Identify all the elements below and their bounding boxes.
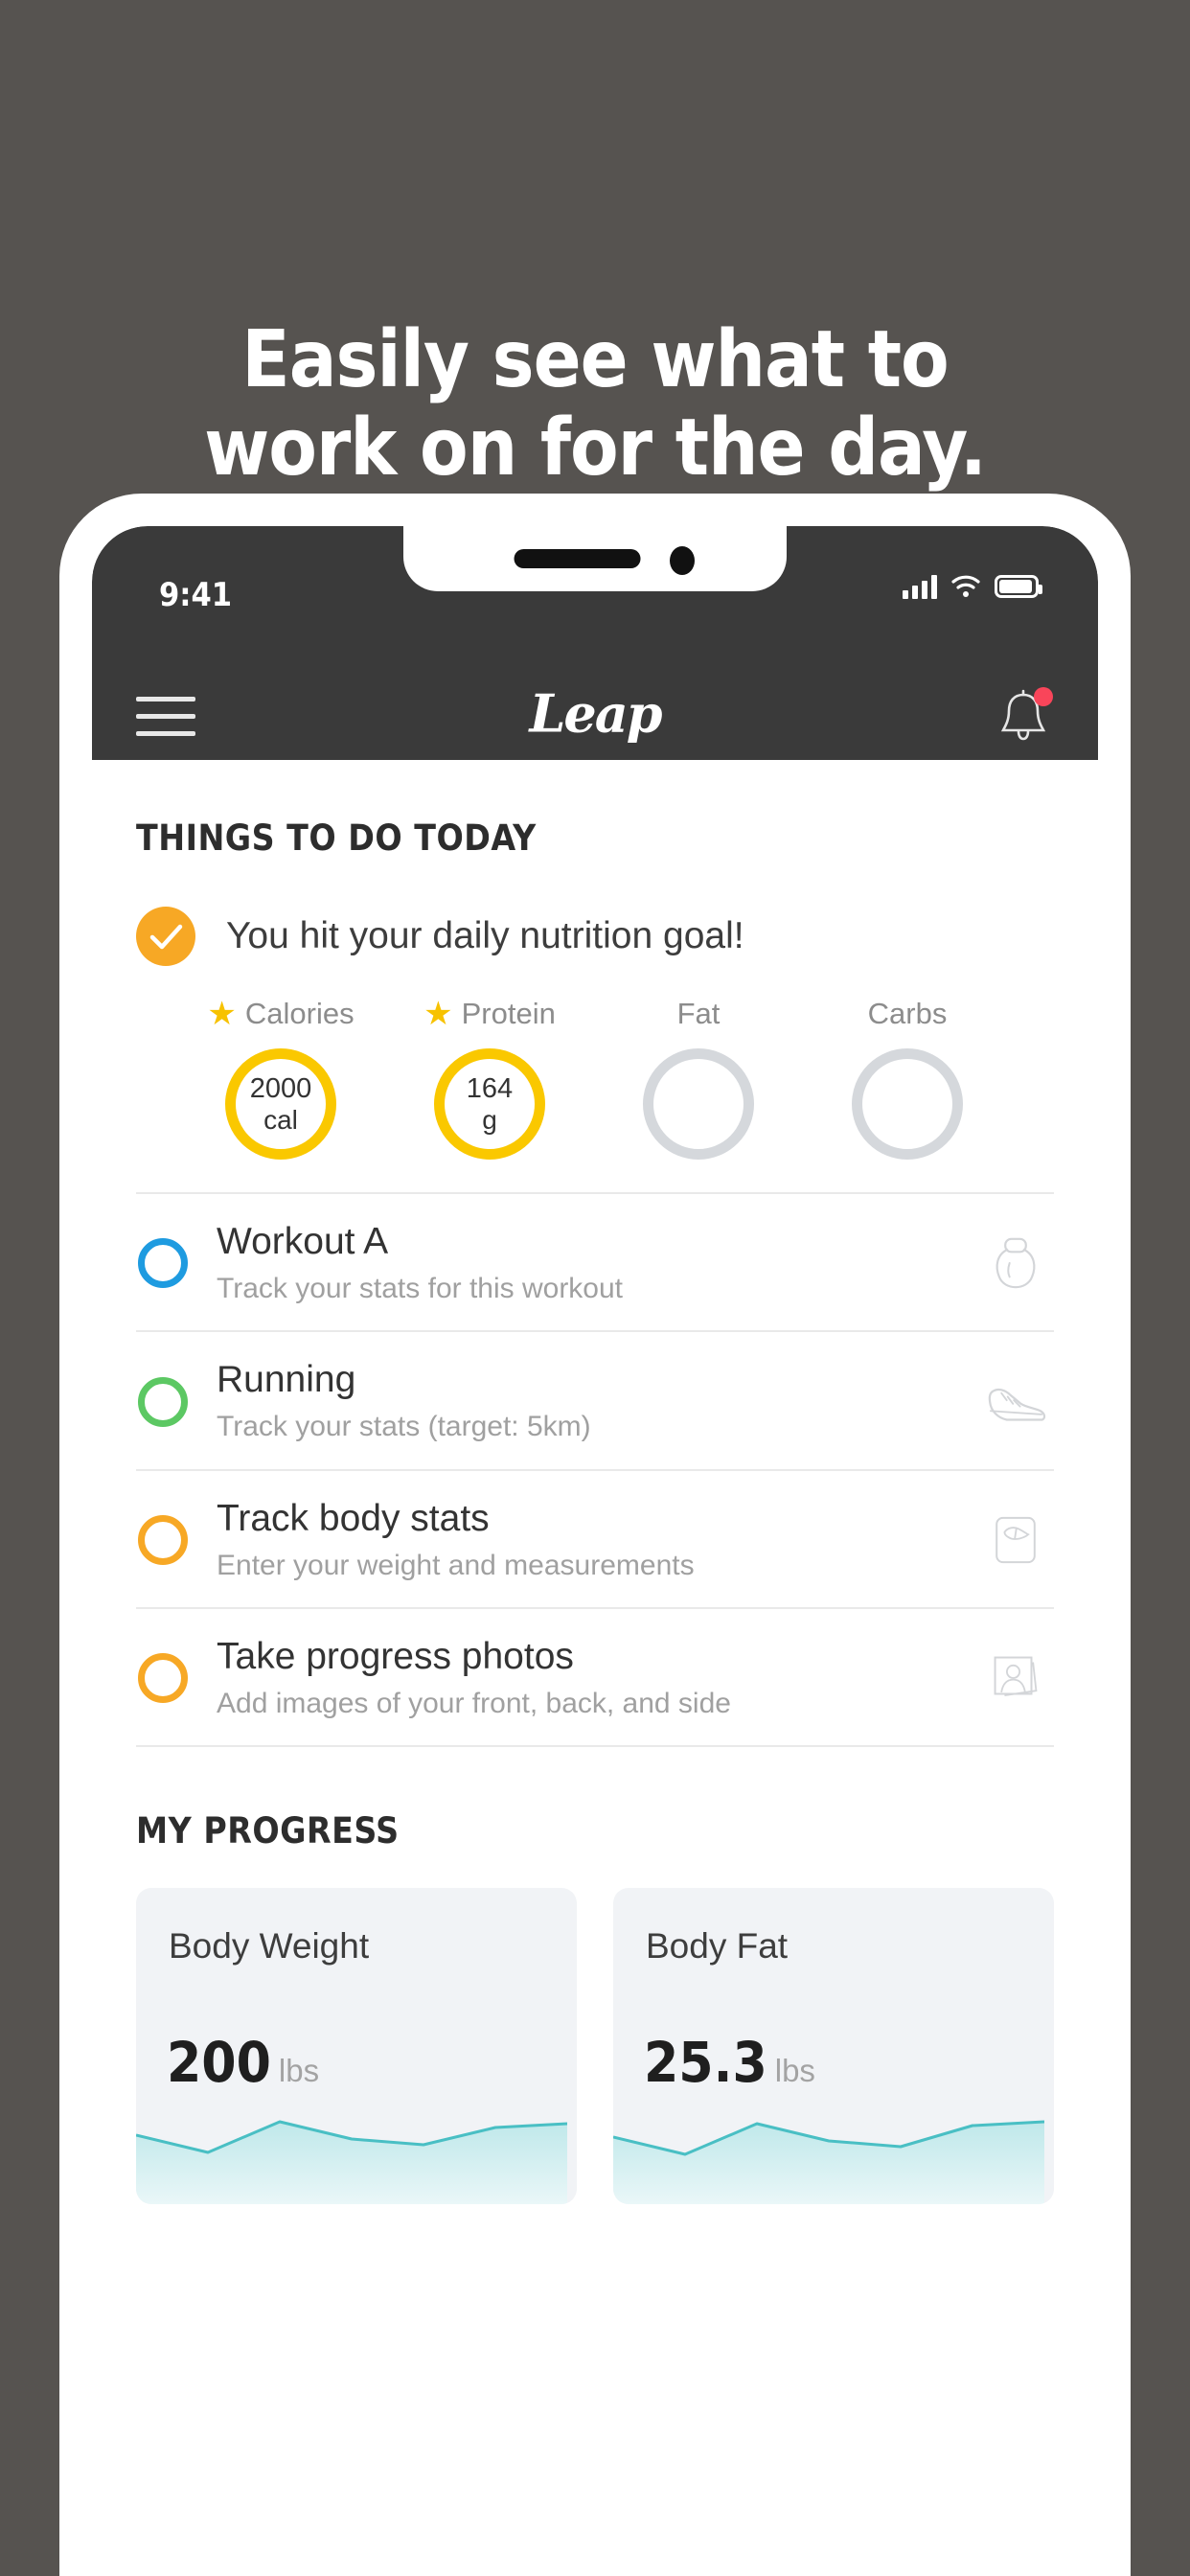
task-text: Workout A Track your stats for this work…	[217, 1221, 949, 1305]
kettlebell-icon	[977, 1225, 1054, 1301]
headline-line-1: Easily see what to	[241, 314, 949, 405]
app-navbar: Leap	[92, 672, 1098, 760]
todo-section-title: THINGS TO DO TODAY	[136, 817, 537, 859]
macro-ring-calories: 2000 cal	[225, 1048, 336, 1160]
progress-card-body-fat[interactable]: Body Fat 25.3 lbs	[613, 1888, 1054, 2205]
nutrition-goal-row[interactable]: You hit your daily nutrition goal!	[136, 907, 1054, 966]
app-logo: Leap	[529, 682, 662, 745]
progress-photos-icon	[977, 1640, 1054, 1716]
bathroom-scale-icon	[977, 1502, 1054, 1578]
nutrition-goal-message: You hit your daily nutrition goal!	[226, 915, 744, 956]
front-camera-icon	[670, 546, 695, 575]
macro-value: 164	[466, 1073, 514, 1105]
marketing-headline: Easily see what to work on for the day.	[0, 316, 1190, 493]
star-icon: ★	[207, 996, 237, 1032]
task-row[interactable]: Track body stats Enter your weight and m…	[136, 1468, 1054, 1607]
card-unit: lbs	[774, 2053, 815, 2089]
task-checkbox-progress-photos[interactable]	[138, 1653, 188, 1704]
progress-cards: Body Weight 200 lbs Body Fat 25.3 lbs	[136, 1888, 1054, 2205]
earpiece-speaker	[514, 549, 641, 568]
macro-calories[interactable]: ★ Calories 2000 cal	[176, 995, 385, 1160]
macro-label-carbs: Carbs	[868, 995, 948, 1033]
task-text: Take progress photos Add images of your …	[217, 1636, 949, 1720]
task-text: Running Track your stats (target: 5km)	[217, 1359, 949, 1443]
card-number: 200	[167, 2030, 271, 2096]
macro-ring-carbs	[852, 1048, 963, 1160]
headline-line-2: work on for the day.	[204, 402, 987, 494]
star-icon: ★	[423, 996, 453, 1032]
card-title: Body Fat	[646, 1926, 789, 1966]
progress-card-body-weight[interactable]: Body Weight 200 lbs	[136, 1888, 577, 2205]
hamburger-menu-icon[interactable]	[136, 696, 195, 736]
wifi-icon	[951, 575, 980, 597]
cellular-bars-icon	[903, 574, 937, 599]
macro-value: 2000	[249, 1073, 312, 1105]
task-checkbox-running[interactable]	[138, 1376, 188, 1427]
macro-label-fat: Fat	[677, 995, 721, 1033]
macro-label-calories: ★ Calories	[207, 995, 354, 1033]
checkmark-icon	[149, 924, 183, 950]
macro-name: Carbs	[867, 997, 948, 1030]
body-weight-sparkline	[136, 2120, 567, 2205]
task-text: Track body stats Enter your weight and m…	[217, 1498, 949, 1582]
notification-badge	[1034, 687, 1053, 706]
status-indicators	[903, 574, 1042, 599]
phone-notch	[403, 526, 787, 591]
status-time: 9:41	[159, 576, 233, 614]
macro-fat[interactable]: Fat	[594, 995, 803, 1160]
task-subtitle: Track your stats (target: 5km)	[217, 1411, 591, 1443]
macro-name: Protein	[461, 997, 556, 1030]
macro-unit: cal	[263, 1104, 298, 1135]
card-value: 200 lbs	[167, 2030, 319, 2095]
task-subtitle: Add images of your front, back, and side	[217, 1687, 731, 1719]
task-row[interactable]: Take progress photos Add images of your …	[136, 1607, 1054, 1748]
card-unit: lbs	[278, 2053, 320, 2089]
card-title: Body Weight	[169, 1926, 370, 1966]
task-checkbox-body-stats[interactable]	[138, 1514, 188, 1565]
macro-ring-protein: 164 g	[434, 1048, 545, 1160]
macro-carbs[interactable]: Carbs	[803, 995, 1012, 1160]
notifications-button[interactable]	[993, 686, 1054, 746]
macro-name: Calories	[244, 997, 355, 1030]
task-subtitle: Enter your weight and measurements	[217, 1549, 695, 1581]
task-title: Workout A	[217, 1221, 389, 1262]
task-row[interactable]: Workout A Track your stats for this work…	[136, 1192, 1054, 1330]
task-title: Track body stats	[217, 1497, 490, 1539]
task-row[interactable]: Running Track your stats (target: 5km)	[136, 1330, 1054, 1468]
battery-icon	[995, 575, 1042, 598]
check-circle-icon	[136, 907, 195, 966]
running-shoe-icon	[977, 1364, 1054, 1440]
body-fat-sparkline	[613, 2120, 1044, 2205]
macro-unit: g	[482, 1104, 497, 1135]
macro-protein[interactable]: ★ Protein 164 g	[385, 995, 594, 1160]
card-value: 25.3 lbs	[644, 2030, 815, 2095]
phone-mockup: 9:41 Leap THINGS TO DO TODAY You hit you…	[59, 494, 1131, 2576]
macro-rings: ★ Calories 2000 cal ★ Protein 164 g Fat …	[136, 995, 1054, 1160]
macro-label-protein: ★ Protein	[423, 995, 556, 1033]
progress-section-title: MY PROGRESS	[136, 1810, 400, 1852]
macro-name: Fat	[676, 997, 721, 1030]
macro-ring-fat	[643, 1048, 754, 1160]
task-title: Running	[217, 1359, 356, 1401]
app-content: THINGS TO DO TODAY You hit your daily nu…	[92, 760, 1098, 2205]
phone-screen: 9:41 Leap THINGS TO DO TODAY You hit you…	[92, 526, 1098, 2576]
task-list: Workout A Track your stats for this work…	[136, 1192, 1054, 1748]
task-title: Take progress photos	[217, 1636, 574, 1678]
screenshot-stage: Easily see what to work on for the day. …	[0, 0, 1190, 2576]
status-bar: 9:41	[92, 526, 1098, 672]
card-number: 25.3	[644, 2030, 767, 2096]
task-subtitle: Track your stats for this workout	[217, 1272, 624, 1304]
task-checkbox-workout-a[interactable]	[138, 1238, 188, 1289]
